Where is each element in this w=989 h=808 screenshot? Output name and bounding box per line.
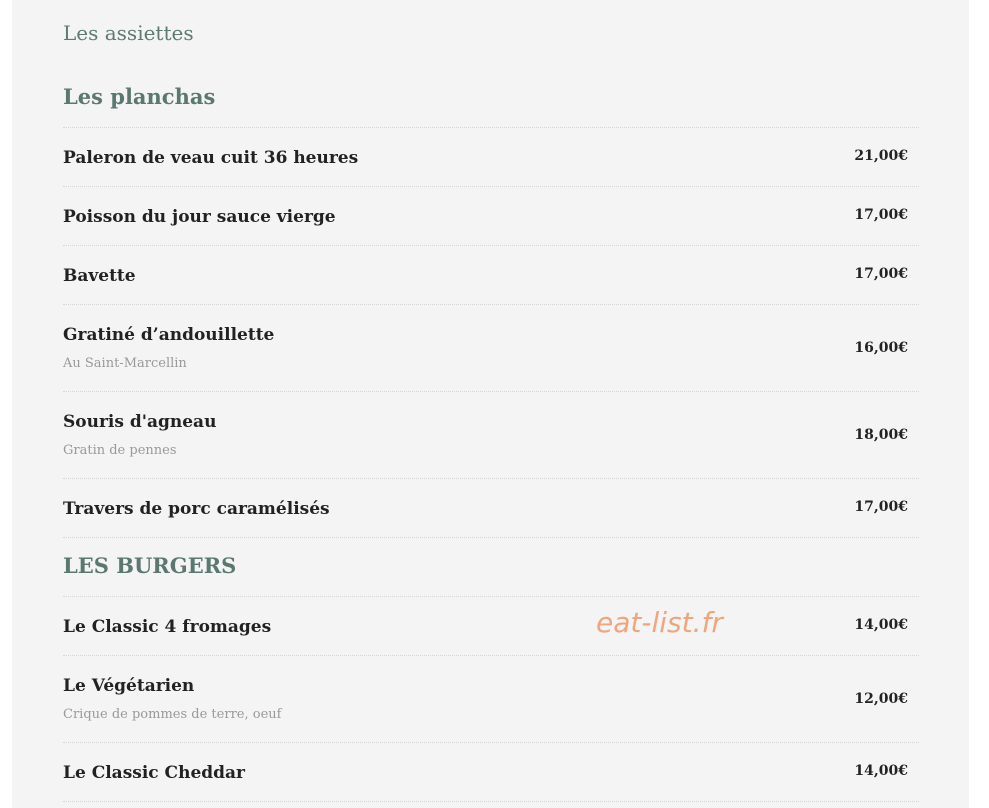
menu-content: Les assiettes Les planchas Paleron de ve… bbox=[63, 0, 919, 802]
item-description: Au Saint-Marcellin bbox=[63, 356, 187, 371]
item-price: 18,00€ bbox=[854, 427, 908, 443]
item-price: 12,00€ bbox=[854, 691, 908, 707]
item-price: 17,00€ bbox=[854, 499, 908, 515]
item-name: Bavette bbox=[63, 266, 136, 286]
item-name: Le Végétarien bbox=[63, 676, 195, 696]
menu-item: Le Classic Cheddar 14,00€ bbox=[63, 742, 919, 801]
divider bbox=[63, 537, 919, 538]
item-name: Gratiné d’andouillette bbox=[63, 325, 275, 345]
menu-item: Paleron de veau cuit 36 heures 21,00€ bbox=[63, 127, 919, 186]
item-price: 14,00€ bbox=[854, 617, 908, 633]
section-title: LES BURGERS bbox=[63, 553, 237, 578]
watermark-text: eat-list.fr bbox=[596, 606, 723, 639]
section-burgers: LES BURGERS Le Classic 4 fromages 14,00€… bbox=[63, 554, 919, 802]
item-name: Paleron de veau cuit 36 heures bbox=[63, 148, 359, 168]
item-name: Le Classic 4 fromages bbox=[63, 617, 272, 637]
item-description: Gratin de pennes bbox=[63, 443, 177, 458]
item-price: 21,00€ bbox=[854, 148, 908, 164]
item-name: Souris d'agneau bbox=[63, 412, 217, 432]
item-name: Le Classic Cheddar bbox=[63, 763, 246, 783]
item-description: Crique de pommes de terre, oeuf bbox=[63, 707, 282, 722]
item-name: Travers de porc caramélisés bbox=[63, 499, 330, 519]
menu-item: Bavette 17,00€ bbox=[63, 245, 919, 304]
item-name: Poisson du jour sauce vierge bbox=[63, 207, 336, 227]
section-title: Les planchas bbox=[63, 84, 216, 109]
menu-item: Poisson du jour sauce vierge 17,00€ bbox=[63, 186, 919, 245]
menu-item: Le Classic 4 fromages 14,00€ bbox=[63, 596, 919, 655]
section-planchas: Les planchas Paleron de veau cuit 36 heu… bbox=[63, 85, 919, 538]
category-title: Les assiettes bbox=[63, 21, 194, 45]
menu-item: Gratiné d’andouillette Au Saint-Marcelli… bbox=[63, 304, 919, 391]
menu-item: Le Végétarien Crique de pommes de terre,… bbox=[63, 655, 919, 742]
divider bbox=[63, 801, 919, 802]
menu-item: Souris d'agneau Gratin de pennes 18,00€ bbox=[63, 391, 919, 478]
item-price: 17,00€ bbox=[854, 266, 908, 282]
menu-page: Les assiettes Les planchas Paleron de ve… bbox=[12, 0, 969, 808]
item-price: 14,00€ bbox=[854, 763, 908, 779]
item-price: 16,00€ bbox=[854, 340, 908, 356]
menu-item: Travers de porc caramélisés 17,00€ bbox=[63, 478, 919, 537]
item-price: 17,00€ bbox=[854, 207, 908, 223]
